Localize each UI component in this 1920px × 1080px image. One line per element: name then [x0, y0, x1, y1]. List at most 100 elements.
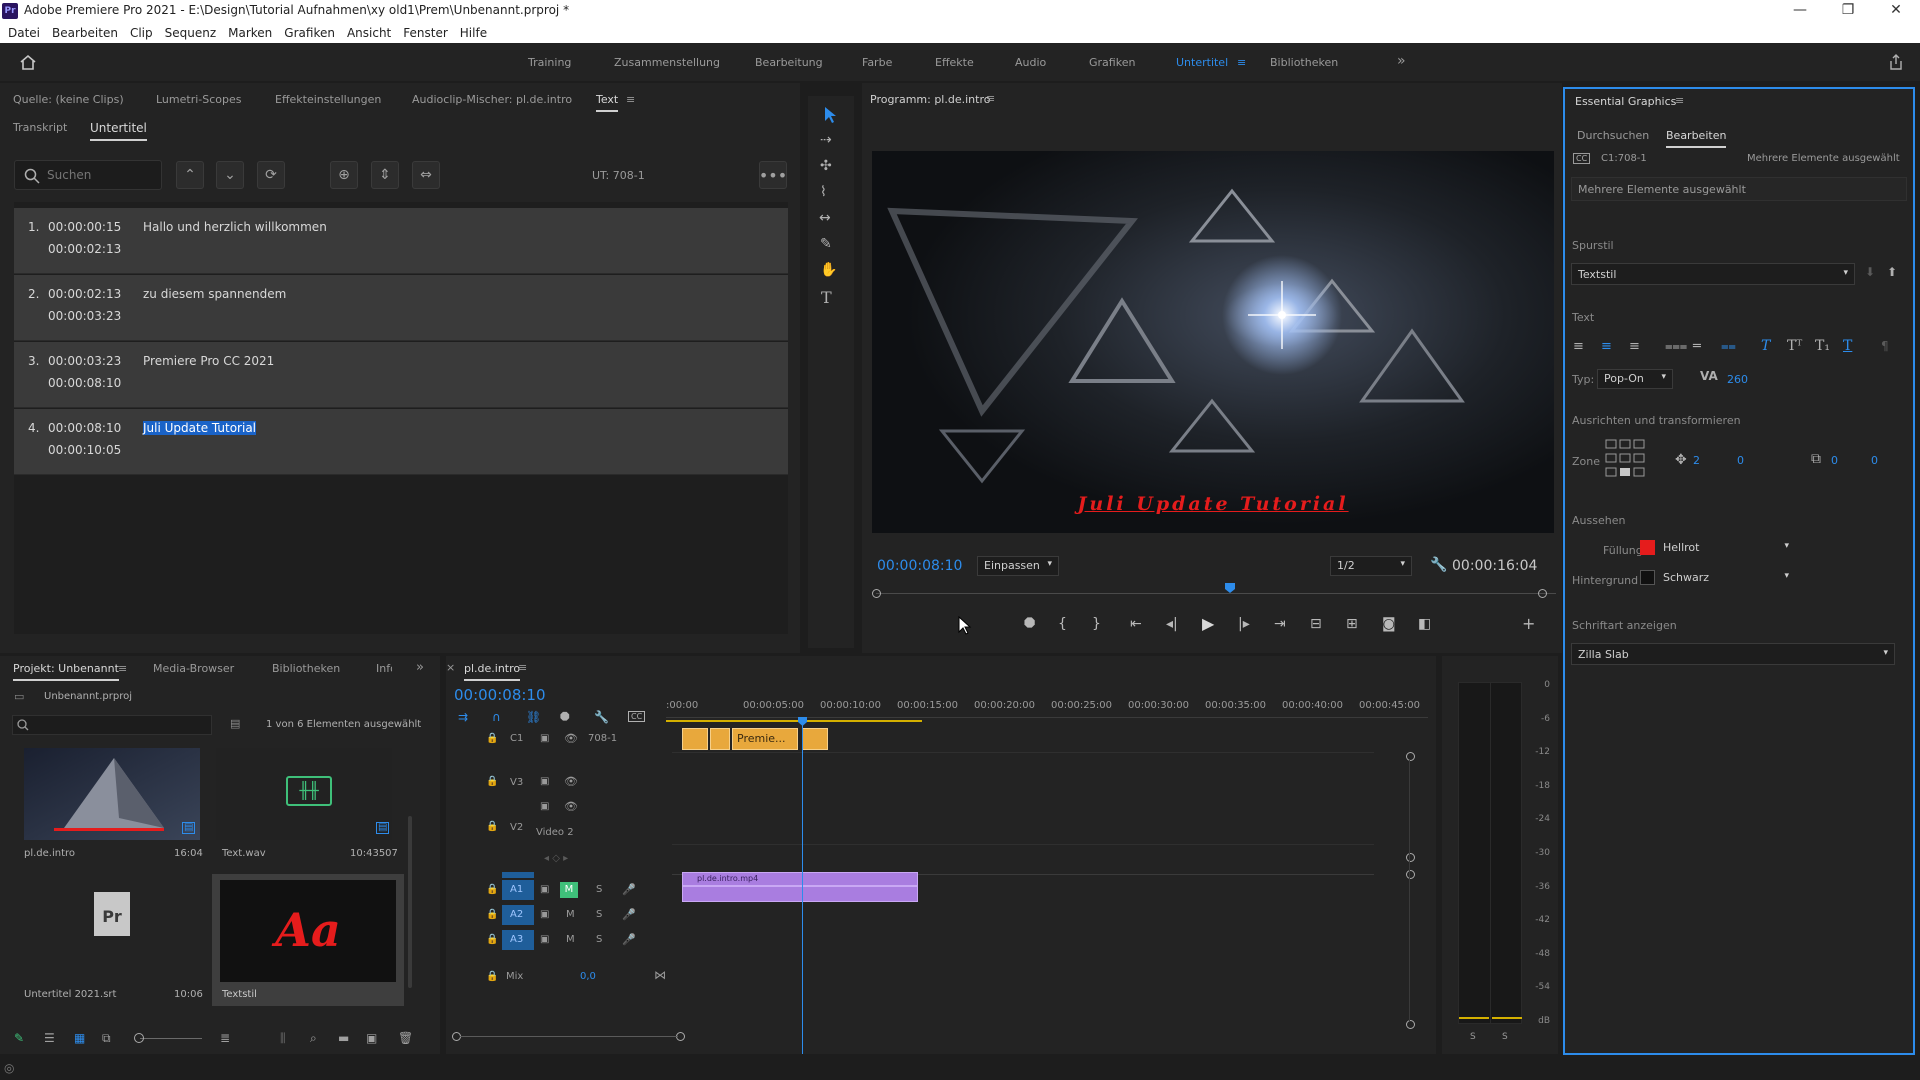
menu-grafiken[interactable]: Grafiken — [284, 26, 335, 40]
tab-projekt[interactable]: Projekt: Unbenannt — [13, 662, 119, 681]
eye-icon[interactable]: 👁 — [564, 800, 578, 813]
home-icon[interactable] — [19, 54, 37, 70]
tracking-value[interactable]: 260 — [1727, 373, 1748, 386]
workspace-effekte[interactable]: Effekte — [935, 56, 974, 69]
lock-icon[interactable]: 🔒 — [486, 934, 498, 945]
type-tool-icon[interactable]: T — [821, 288, 832, 307]
go-to-in-icon[interactable]: ⇤ — [1130, 616, 1142, 632]
wrench-icon[interactable]: 🔧 — [1430, 557, 1447, 573]
track-scroll-handle[interactable] — [1406, 752, 1415, 761]
playhead-handle[interactable] — [797, 716, 808, 727]
caption-clip[interactable] — [710, 728, 730, 750]
maximize-button[interactable]: ❐ — [1828, 2, 1868, 18]
sequence-menu-icon[interactable]: ≡ — [518, 661, 527, 674]
thumb-pl-intro[interactable] — [24, 748, 200, 840]
source-patch-a3[interactable]: A3 — [502, 930, 534, 950]
lock-icon[interactable]: 🔒 — [486, 776, 498, 787]
track-scroll-handle[interactable] — [1406, 870, 1415, 879]
fill-dropdown[interactable]: Hellrot ▾ — [1657, 540, 1795, 557]
more-workspaces-icon[interactable]: » — [1397, 53, 1406, 69]
tab-quelle[interactable]: Quelle: (keine Clips) — [13, 93, 124, 106]
scrub-bar[interactable] — [876, 593, 1556, 594]
align-right-icon[interactable]: ≡ — [1629, 339, 1640, 354]
share-icon[interactable] — [1888, 53, 1904, 71]
mic-icon[interactable]: 🎤 — [622, 883, 636, 896]
workspace-bearbeitung[interactable]: Bearbeitung — [755, 56, 823, 69]
position-x-value[interactable]: 2 — [1693, 454, 1700, 467]
previous-caption-button[interactable]: ⌃ — [176, 161, 204, 189]
insert-icon[interactable]: ⊟ — [1310, 616, 1322, 632]
eg-tab-durchsuchen[interactable]: Durchsuchen — [1577, 129, 1649, 142]
typ-dropdown[interactable]: Pop-On ▾ — [1597, 369, 1673, 389]
close-sequence-icon[interactable]: × — [446, 661, 455, 674]
bg-color-swatch[interactable] — [1640, 570, 1655, 585]
refresh-icon[interactable]: ⟳ — [257, 161, 285, 189]
subtab-untertitel[interactable]: Untertitel — [90, 121, 147, 141]
search-input[interactable] — [47, 166, 157, 184]
menu-fenster[interactable]: Fenster — [403, 26, 448, 40]
eg-multi-field[interactable]: Mehrere Elemente ausgewählt — [1571, 177, 1907, 201]
play-icon[interactable]: ▶ — [1202, 614, 1214, 633]
add-caption-button[interactable]: ⊕ — [330, 161, 358, 189]
camera-icon[interactable]: ◙ — [1382, 616, 1396, 632]
sync-lock-icon[interactable]: ▣ — [540, 884, 549, 895]
fill-color-swatch[interactable] — [1640, 540, 1655, 555]
keyframe-nav-icon[interactable]: ◂ ◇ ▸ — [544, 853, 568, 864]
solo-a2-button[interactable]: S — [596, 909, 602, 920]
meter-solo-right[interactable]: S — [1502, 1032, 1508, 1042]
position-y-value[interactable]: 0 — [1737, 454, 1744, 467]
thumb-text-wav[interactable]: ╫╫ ▤ — [216, 748, 392, 840]
ripple-edit-tool-icon[interactable]: ✣ — [820, 158, 832, 174]
new-bin-icon[interactable]: ▤ — [230, 717, 240, 730]
caption-clip-premiere[interactable]: Premie... — [732, 728, 798, 750]
eg-menu-icon[interactable]: ≡ — [1675, 94, 1684, 107]
nest-icon[interactable]: ⇉ — [458, 710, 468, 724]
compare-icon[interactable]: ◧ — [1418, 616, 1431, 632]
overwrite-icon[interactable]: ⊞ — [1346, 616, 1358, 632]
snap-icon[interactable]: ∩ — [492, 710, 501, 724]
rtl-icon[interactable]: ¶ — [1881, 339, 1889, 353]
mic-icon[interactable]: 🎤 — [622, 908, 636, 921]
new-item-icon[interactable]: ▣ — [366, 1031, 377, 1045]
spurstil-dropdown[interactable]: Textstil ▾ — [1571, 263, 1855, 285]
program-menu-icon[interactable]: ≡ — [986, 92, 995, 105]
close-button[interactable]: ✕ — [1876, 2, 1916, 18]
lock-icon[interactable]: 🔒 — [486, 821, 498, 832]
resolution-dropdown[interactable]: 1/2 ▾ — [1330, 556, 1412, 576]
sync-lock-icon[interactable]: ▣ — [540, 733, 549, 744]
align-bottom-icon[interactable]: ⩵ — [1721, 339, 1736, 354]
caption-text[interactable]: Hallo und herzlich willkommen — [143, 220, 327, 234]
workspace-training[interactable]: Training — [528, 56, 571, 69]
caption-clip-selected[interactable] — [802, 728, 828, 750]
eye-icon[interactable]: 👁 — [564, 775, 578, 788]
mute-a3-button[interactable]: M — [566, 934, 575, 945]
tab-lumetri-scopes[interactable]: Lumetri-Scopes — [156, 93, 242, 106]
add-marker-icon[interactable]: ⯃ — [560, 710, 570, 725]
font-dropdown[interactable]: Zilla Slab ▾ — [1571, 643, 1895, 665]
sync-lock-icon[interactable]: ▣ — [540, 909, 549, 920]
project-search[interactable] — [12, 715, 212, 735]
program-timecode[interactable]: 00:00:08:10 — [877, 558, 962, 574]
eg-tab-bearbeiten[interactable]: Bearbeiten — [1666, 129, 1727, 148]
playhead-marker[interactable] — [1224, 582, 1236, 594]
tab-audioclip-mischer[interactable]: Audioclip-Mischer: pl.de.intro — [412, 93, 572, 106]
underline-icon[interactable]: T — [1843, 338, 1852, 354]
subscript-icon[interactable]: T₁ — [1815, 338, 1830, 354]
caption-text[interactable]: Premiere Pro CC 2021 — [143, 354, 274, 368]
menu-clip[interactable]: Clip — [130, 26, 153, 40]
mix-value[interactable]: 0,0 — [580, 971, 596, 982]
zoom-slider[interactable] — [140, 1038, 202, 1039]
sync-lock-icon[interactable]: ▣ — [540, 801, 549, 812]
search-box[interactable] — [14, 160, 162, 190]
lock-icon[interactable]: 🔒 — [486, 884, 498, 895]
more-panels-icon[interactable]: » — [416, 660, 424, 675]
audio-clip-a1[interactable] — [682, 886, 918, 902]
find-icon[interactable]: ⌕ — [310, 1031, 317, 1046]
caption-item[interactable]: 2. 00:00:02:13 00:00:03:23 zu diesem spanne… — [14, 275, 788, 341]
italic-icon[interactable]: T — [1761, 338, 1770, 354]
caption-text[interactable]: Juli Update Tutorial — [143, 421, 257, 435]
zone-grid-icon[interactable] — [1605, 439, 1645, 479]
split-caption-button[interactable]: ⇕ — [371, 161, 399, 189]
hand-tool-icon[interactable]: ✋ — [820, 262, 837, 278]
tab-media-browser[interactable]: Media-Browser — [153, 662, 234, 675]
